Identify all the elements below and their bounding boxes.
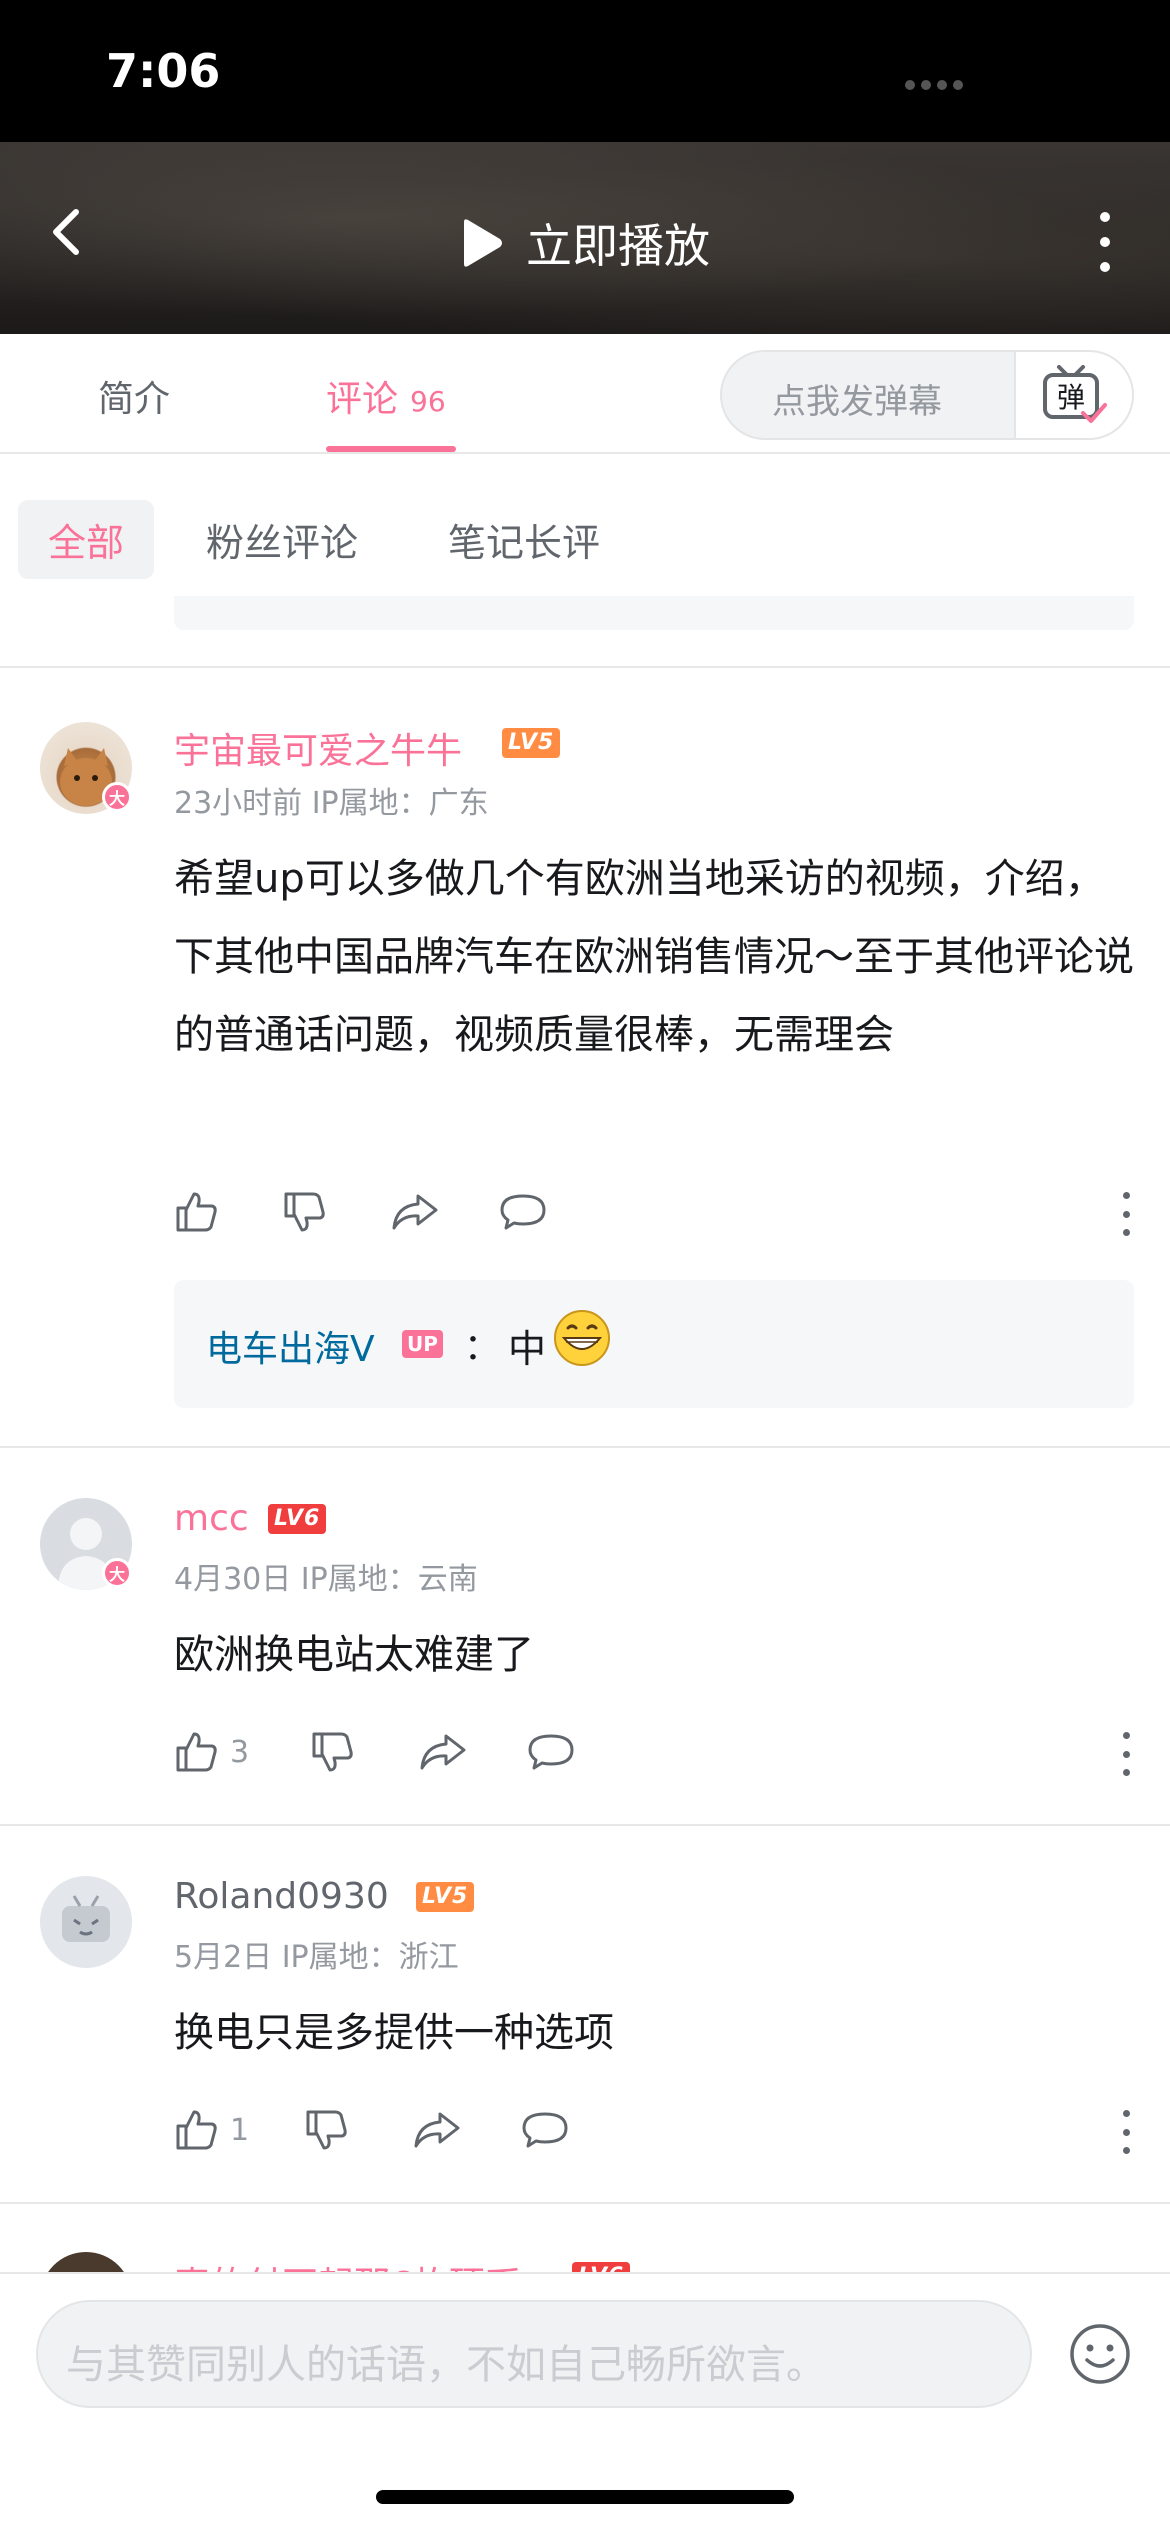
tab-comments-count: 96 — [410, 385, 446, 418]
status-time: 7:06 — [106, 44, 221, 98]
dislike-button[interactable] — [302, 2100, 350, 2160]
reply-button[interactable] — [526, 1722, 576, 1782]
danmaku-toggle-button[interactable]: 弹 — [1014, 352, 1132, 438]
thumbs-down-icon — [312, 1732, 353, 1772]
tab-comments[interactable]: 评论 96 — [326, 370, 446, 422]
share-icon — [420, 1734, 466, 1770]
pinned-strip — [174, 596, 1134, 630]
share-button[interactable] — [412, 2100, 462, 2160]
avatar[interactable] — [40, 2252, 132, 2272]
tv-mascot-avatar-icon — [62, 1895, 110, 1942]
reply-separator: ： — [464, 1327, 501, 1368]
smiley-icon — [1070, 2324, 1130, 2384]
like-count: 1 — [230, 2112, 250, 2148]
comment-more-button[interactable] — [1120, 1192, 1132, 1236]
comment-username[interactable]: 宇宙最可爱之牛牛 — [174, 722, 462, 774]
tab-intro[interactable]: 简介 — [98, 370, 170, 422]
comment-more-button[interactable] — [1120, 1732, 1132, 1776]
share-button[interactable] — [390, 1182, 440, 1242]
like-count: 3 — [230, 1734, 250, 1770]
comment-username[interactable]: 真的付不起那6枚硬币 — [174, 2256, 521, 2272]
share-icon — [414, 2112, 460, 2148]
grin-emoji-icon — [554, 1310, 610, 1366]
play-now-button[interactable]: 立即播放 — [460, 208, 710, 278]
comment-filter-bar: 全部 粉丝评论 笔记长评 — [0, 454, 1170, 630]
comment-text: 换电只是多提供一种选项 — [174, 2010, 614, 2056]
comment-bubble-icon — [500, 1194, 546, 1230]
comment-more-button[interactable] — [1120, 2110, 1132, 2154]
reply-username[interactable]: 电车出海V — [206, 1320, 375, 1372]
comment-item: Roland0930 LV5 5月2日 IP属地：浙江 换电只是多提供一种选项 … — [0, 1824, 1170, 2202]
comment-actions — [172, 1182, 1132, 1242]
svg-text:弹: 弹 — [1057, 381, 1085, 414]
comment-meta: 4月30日 IP属地：云南 — [174, 1562, 478, 1597]
filter-all[interactable]: 全部 — [18, 500, 155, 579]
comment-actions: 3 — [172, 1722, 1132, 1782]
chevron-left-icon — [53, 209, 79, 255]
level-badge: LV5 — [502, 728, 561, 758]
like-button[interactable] — [172, 1182, 220, 1242]
thumbs-up-icon — [176, 2110, 217, 2150]
comment-item: 真的付不起那6枚硬币 LV6 — [0, 2202, 1170, 2272]
danmaku-input[interactable]: 点我发弹幕 弹 — [720, 350, 1134, 440]
comment-actions: 1 — [172, 2100, 1132, 2160]
play-now-label: 立即播放 — [526, 219, 710, 273]
thumbs-down-icon — [284, 1192, 325, 1232]
comment-bubble-icon — [522, 2112, 568, 2148]
comment-input[interactable]: 与其赞同别人的话语，不如自己畅所欲言。 — [36, 2300, 1032, 2408]
comment-item: 大 宇宙最可爱之牛牛 LV5 23小时前 IP属地：广东 希望up可以多做几个有… — [0, 666, 1170, 1446]
reply-button[interactable] — [520, 2100, 570, 2160]
like-button[interactable]: 1 — [172, 2100, 249, 2160]
comment-meta: 5月2日 IP属地：浙江 — [174, 1940, 459, 1975]
status-bar: 7:06 — [0, 0, 1170, 142]
like-button[interactable]: 3 — [172, 1722, 249, 1782]
reply-text: 中 — [508, 1327, 547, 1371]
level-badge: LV6 — [572, 2262, 631, 2272]
comment-username[interactable]: Roland0930 — [174, 1876, 389, 1917]
filter-fans[interactable]: 粉丝评论 — [176, 500, 388, 579]
comment-bubble-icon — [528, 1734, 574, 1770]
more-options-button[interactable] — [1090, 212, 1120, 272]
video-header[interactable]: 立即播放 — [0, 142, 1170, 334]
up-badge: UP — [402, 1330, 443, 1358]
active-tab-indicator — [326, 446, 456, 452]
back-button[interactable] — [40, 202, 100, 262]
danmaku-icon: 弹 — [1043, 365, 1107, 423]
tab-comments-label: 评论 — [326, 379, 399, 420]
tab-bar: 简介 评论 96 点我发弹幕 弹 — [0, 334, 1170, 454]
home-indicator — [376, 2490, 794, 2504]
share-icon — [392, 1194, 438, 1230]
comment-meta: 23小时前 IP属地：广东 — [174, 786, 489, 821]
avatar[interactable] — [40, 1876, 132, 1968]
emoji-button[interactable] — [1068, 2322, 1132, 2386]
vip-badge: 大 — [102, 1558, 132, 1588]
thumbs-up-icon — [176, 1732, 217, 1772]
reply-preview[interactable]: 电车出海V UP ： 中 — [174, 1280, 1134, 1408]
signal-dots-icon — [905, 80, 963, 90]
play-icon — [464, 219, 502, 267]
thumbs-down-icon — [306, 2110, 347, 2150]
comment-item: 大 mcc LV6 4月30日 IP属地：云南 欧洲换电站太难建了 3 — [0, 1446, 1170, 1824]
level-badge: LV5 — [416, 1882, 475, 1912]
reply-button[interactable] — [498, 1182, 548, 1242]
share-button[interactable] — [418, 1722, 468, 1782]
vip-badge: 大 — [102, 782, 132, 812]
danmaku-placeholder: 点我发弹幕 — [772, 382, 942, 422]
comment-text: 希望up可以多做几个有欧洲当地采访的视频，介绍，下其他中国品牌汽车在欧洲销售情况… — [174, 856, 1134, 1058]
thumbs-up-icon — [176, 1192, 217, 1232]
level-badge: LV6 — [268, 1504, 327, 1534]
filter-notes[interactable]: 笔记长评 — [418, 500, 630, 579]
comment-username[interactable]: mcc — [174, 1498, 249, 1539]
comment-text: 欧洲换电站太难建了 — [174, 1632, 534, 1678]
dislike-button[interactable] — [308, 1722, 356, 1782]
comment-input-placeholder: 与其赞同别人的话语，不如自己畅所欲言。 — [66, 2342, 826, 2388]
dislike-button[interactable] — [280, 1182, 328, 1242]
